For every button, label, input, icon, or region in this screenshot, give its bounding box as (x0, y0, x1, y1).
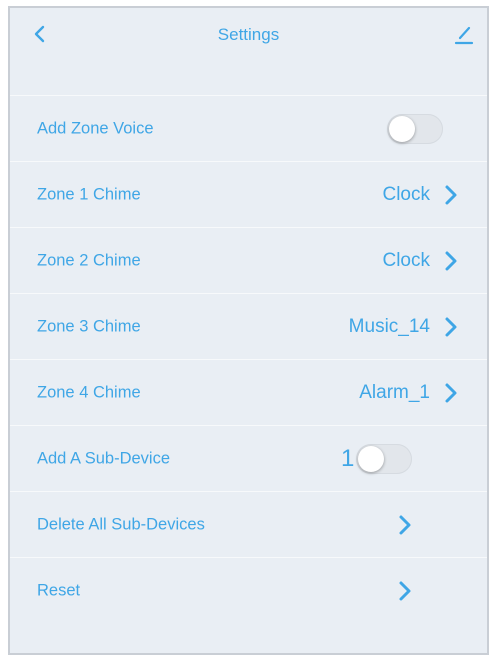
edit-button[interactable] (453, 22, 475, 46)
row-reset[interactable]: Reset (10, 557, 487, 623)
chevron-right-icon (399, 581, 411, 600)
row-value: Alarm_1 (359, 381, 430, 403)
chevron-right-icon (399, 515, 411, 534)
add-zone-voice-toggle[interactable] (387, 113, 443, 144)
row-zone-3-chime[interactable]: Zone 3 Chime Music_14 (10, 293, 487, 359)
toggle-knob (358, 445, 384, 472)
nav-bar: Settings (10, 8, 487, 64)
row-label: Zone 1 Chime (37, 185, 141, 203)
chevron-right-icon (445, 317, 457, 336)
row-label: Delete All Sub-Devices (37, 515, 205, 533)
sub-device-count: 1 (341, 444, 355, 472)
row-add-zone-voice: Add Zone Voice (10, 95, 487, 161)
row-value: Clock (382, 183, 430, 205)
chevron-right-icon (445, 251, 457, 270)
row-label: Reset (37, 581, 81, 599)
settings-screen: Settings Add Zone Voice Zone 1 Chime Clo… (8, 6, 489, 655)
chevron-right-icon (445, 383, 457, 402)
row-label: Zone 2 Chime (37, 251, 141, 269)
row-value: Clock (382, 249, 430, 271)
add-sub-device-toggle[interactable] (356, 443, 412, 474)
chevron-right-icon (445, 185, 457, 204)
row-label: Add A Sub-Device (37, 449, 170, 467)
row-delete-all-sub-devices[interactable]: Delete All Sub-Devices (10, 491, 487, 557)
row-add-sub-device: Add A Sub-Device 1 (10, 425, 487, 491)
row-label: Zone 4 Chime (37, 383, 141, 401)
row-label: Zone 3 Chime (37, 317, 141, 335)
row-zone-4-chime[interactable]: Zone 4 Chime Alarm_1 (10, 359, 487, 425)
row-zone-1-chime[interactable]: Zone 1 Chime Clock (10, 161, 487, 227)
row-zone-2-chime[interactable]: Zone 2 Chime Clock (10, 227, 487, 293)
row-value: Music_14 (348, 315, 430, 337)
toggle-knob (389, 115, 415, 142)
edit-icon (454, 26, 474, 45)
page-title: Settings (217, 25, 280, 44)
row-label: Add Zone Voice (37, 119, 154, 137)
